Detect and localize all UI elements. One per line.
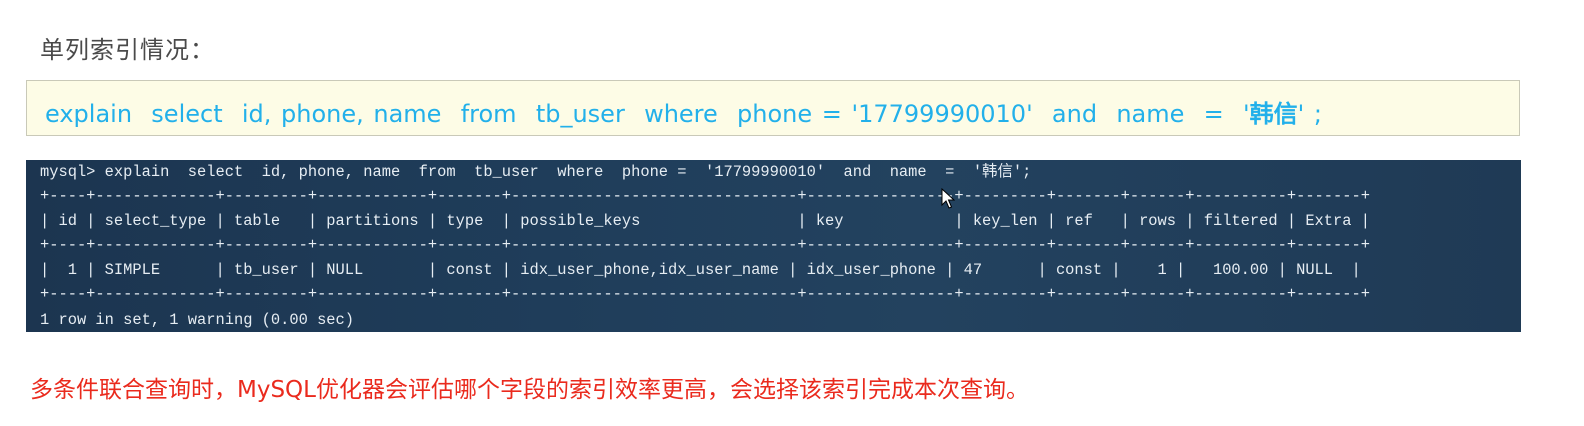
sql-statement-name-value: 韩信 (1249, 100, 1298, 128)
sql-statement-prefix: explain select id, phone, name from tb_u… (45, 100, 1250, 128)
sql-code-box: explain select id, phone, name from tb_u… (26, 80, 1520, 136)
terminal-table-separator: +----+-------------+---------+----------… (40, 187, 1370, 205)
terminal-command-line: mysql> explain select id, phone, name fr… (40, 163, 1032, 181)
mouse-pointer-icon (941, 188, 955, 209)
terminal-table-separator: +----+-------------+---------+----------… (40, 285, 1370, 303)
mysql-terminal-output: mysql> explain select id, phone, name fr… (26, 160, 1521, 332)
terminal-table-data-row: | 1 | SIMPLE | tb_user | NULL | const | … (40, 261, 1361, 279)
sql-statement: explain select id, phone, name from tb_u… (45, 94, 1322, 129)
terminal-table-header-row: | id | select_type | table | partitions … (40, 212, 1370, 230)
terminal-table-separator: +----+-------------+---------+----------… (40, 236, 1370, 254)
terminal-status-line: 1 row in set, 1 warning (0.00 sec) (40, 311, 355, 329)
sql-statement-suffix: ' ; (1297, 100, 1322, 128)
explanation-note: 多条件联合查询时，MySQL优化器会评估哪个字段的索引效率更高，会选择该索引完成… (30, 377, 1029, 403)
section-heading: 单列索引情况： (40, 36, 215, 64)
